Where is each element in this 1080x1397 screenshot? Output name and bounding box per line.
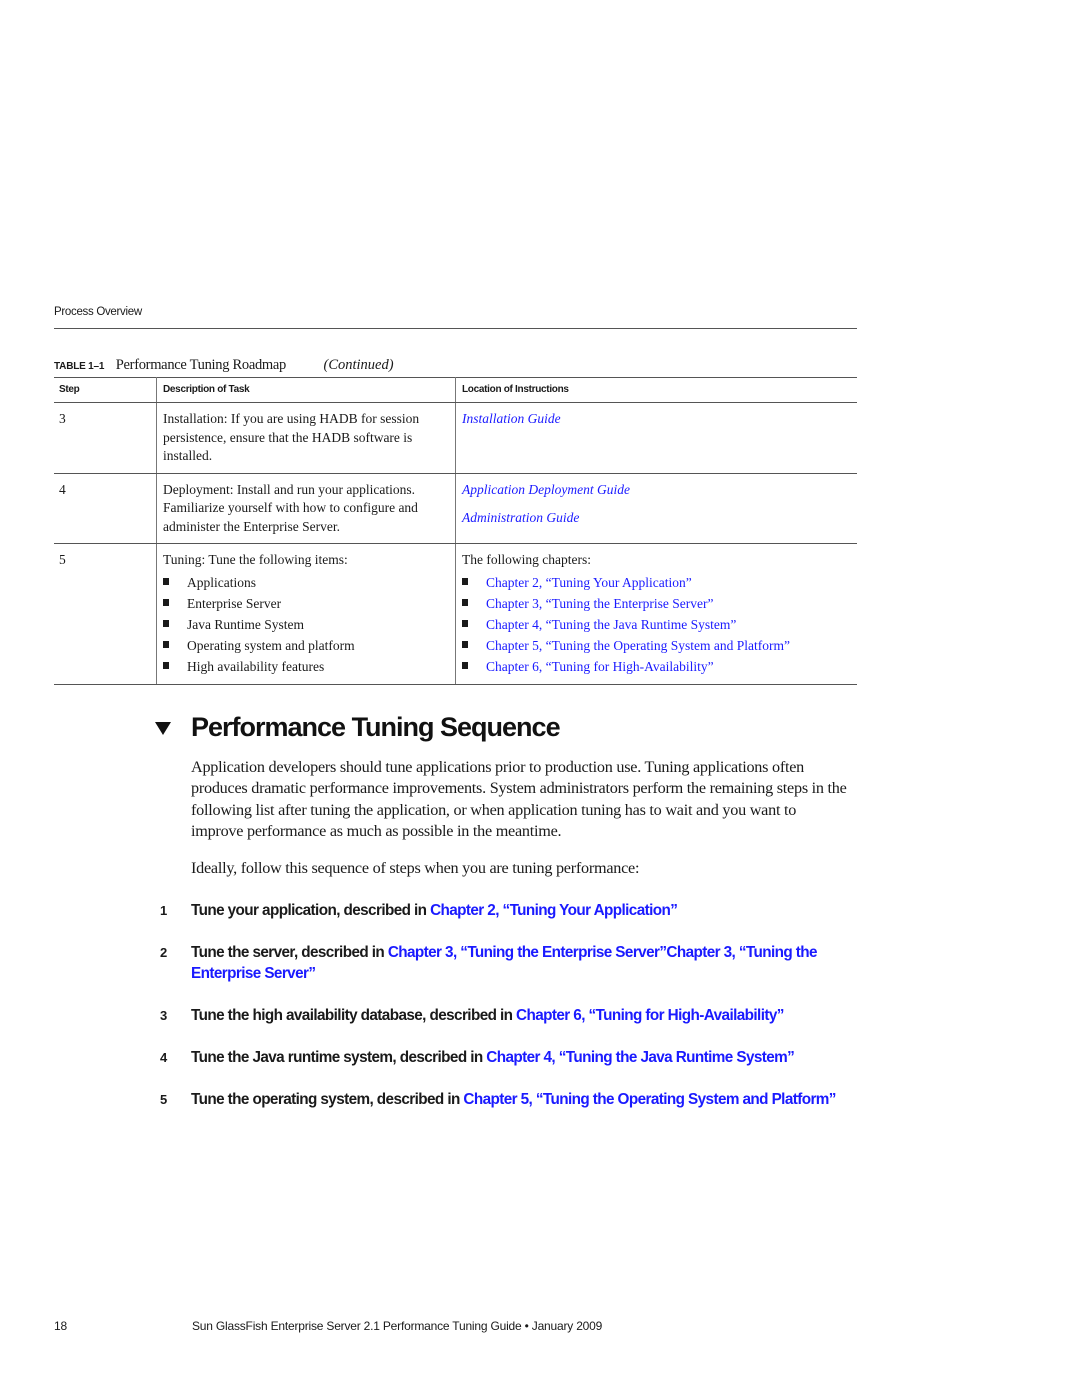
list-item: Chapter 2, “Tuning Your Application” bbox=[462, 572, 851, 593]
chapter-2-link[interactable]: Chapter 2, “Tuning Your Application” bbox=[486, 575, 692, 590]
square-bullet-icon bbox=[163, 598, 169, 606]
header-rule bbox=[54, 328, 857, 329]
step-item: 5 Tune the operating system, described i… bbox=[158, 1089, 863, 1110]
square-bullet-icon bbox=[462, 577, 468, 585]
step-number: 5 bbox=[160, 1092, 167, 1107]
table-row: 3 Installation: If you are using HADB fo… bbox=[54, 402, 857, 474]
step-text: Tune the server, described in bbox=[191, 944, 388, 961]
table-title: Performance Tuning Roadmap bbox=[115, 357, 287, 373]
chapter-3-link[interactable]: Chapter 3, “Tuning the Enterprise Server… bbox=[486, 596, 713, 611]
triangle-down-icon bbox=[155, 722, 171, 735]
step-item: 4 Tune the Java runtime system, describe… bbox=[158, 1047, 863, 1068]
step-cell: 4 bbox=[54, 473, 157, 544]
header-description: Description of Task bbox=[156, 377, 456, 403]
step-number: 1 bbox=[160, 903, 167, 918]
step-cell: 5 bbox=[54, 543, 157, 685]
list-item: Enterprise Server bbox=[163, 593, 449, 614]
list-item: Java Runtime System bbox=[163, 614, 449, 635]
step-text: Tune the high availability database, des… bbox=[191, 1007, 517, 1024]
sequence-intro-paragraph: Ideally, follow this sequence of steps w… bbox=[191, 859, 640, 877]
section-title: Performance Tuning Sequence bbox=[191, 712, 561, 742]
description-cell: Tuning: Tune the following items: Applic… bbox=[156, 543, 456, 685]
header-step: Step bbox=[54, 377, 157, 403]
step-text: Tune the operating system, described in bbox=[191, 1091, 464, 1108]
step-cell: 3 bbox=[54, 402, 157, 474]
square-bullet-icon bbox=[462, 661, 468, 669]
list-item: Operating system and platform bbox=[163, 635, 449, 656]
list-item: Chapter 5, “Tuning the Operating System … bbox=[462, 635, 851, 656]
chapter-6-link[interactable]: Chapter 6, “Tuning for High-Availability… bbox=[486, 659, 714, 674]
table-row: 5 Tuning: Tune the following items: Appl… bbox=[54, 543, 857, 685]
square-bullet-icon bbox=[163, 619, 169, 627]
square-bullet-icon bbox=[163, 577, 169, 585]
location-intro: The following chapters: bbox=[462, 552, 591, 567]
description-intro: Tuning: Tune the following items: bbox=[163, 552, 348, 567]
description-cell: Deployment: Install and run your applica… bbox=[156, 473, 456, 544]
application-deployment-guide-link[interactable]: Application Deployment Guide bbox=[462, 481, 851, 500]
roadmap-table: Step Description of Task Location of Ins… bbox=[54, 377, 857, 685]
chapter-4-link[interactable]: Chapter 4, “Tuning the Java Runtime Syst… bbox=[486, 617, 736, 632]
table-label: TABLE 1–1 bbox=[54, 361, 105, 372]
step-number: 2 bbox=[160, 945, 167, 960]
list-item: High availability features bbox=[163, 656, 449, 677]
square-bullet-icon bbox=[163, 640, 169, 648]
table-caption: TABLE 1–1 Performance Tuning Roadmap (Co… bbox=[54, 357, 857, 374]
running-head: Process Overview bbox=[54, 306, 142, 318]
tuning-items-list: Applications Enterprise Server Java Runt… bbox=[163, 572, 449, 677]
header-location: Location of Instructions bbox=[455, 377, 857, 403]
table-continued: (Continued) bbox=[323, 357, 394, 373]
step-chapter-link[interactable]: Chapter 2, “Tuning Your Application” bbox=[430, 902, 678, 919]
chapter-links-list: Chapter 2, “Tuning Your Application” Cha… bbox=[462, 572, 851, 677]
step-item: 3 Tune the high availability database, d… bbox=[158, 1005, 863, 1026]
section-heading: Performance Tuning Sequence bbox=[155, 712, 561, 743]
intro-paragraph: Application developers should tune appli… bbox=[191, 758, 847, 840]
installation-guide-link[interactable]: Installation Guide bbox=[462, 410, 851, 429]
location-cell: The following chapters: Chapter 2, “Tuni… bbox=[455, 543, 857, 685]
description-cell: Installation: If you are using HADB for … bbox=[156, 402, 456, 474]
chapter-5-link[interactable]: Chapter 5, “Tuning the Operating System … bbox=[486, 638, 790, 653]
square-bullet-icon bbox=[462, 598, 468, 606]
step-number: 3 bbox=[160, 1008, 167, 1023]
location-cell: Installation Guide bbox=[455, 402, 857, 474]
administration-guide-link[interactable]: Administration Guide bbox=[462, 509, 851, 528]
table-header-row: Step Description of Task Location of Ins… bbox=[54, 377, 857, 403]
step-item: 2 Tune the server, described in Chapter … bbox=[158, 942, 863, 984]
step-chapter-link[interactable]: Chapter 6, “Tuning for High-Availability… bbox=[516, 1007, 784, 1024]
list-item: Applications bbox=[163, 572, 449, 593]
footer-title: Sun GlassFish Enterprise Server 2.1 Perf… bbox=[192, 1319, 603, 1333]
page-number: 18 bbox=[54, 1319, 67, 1333]
list-item: Chapter 4, “Tuning the Java Runtime Syst… bbox=[462, 614, 851, 635]
list-item: Chapter 3, “Tuning the Enterprise Server… bbox=[462, 593, 851, 614]
step-number: 4 bbox=[160, 1050, 167, 1065]
step-item: 1 Tune your application, described in Ch… bbox=[158, 900, 863, 921]
step-chapter-link[interactable]: Chapter 5, “Tuning the Operating System … bbox=[463, 1091, 836, 1108]
square-bullet-icon bbox=[163, 661, 169, 669]
step-text: Tune your application, described in bbox=[191, 902, 431, 919]
square-bullet-icon bbox=[462, 619, 468, 627]
step-text: Tune the Java runtime system, described … bbox=[191, 1049, 487, 1066]
location-cell: Application Deployment Guide Administrat… bbox=[455, 473, 857, 544]
tuning-steps-list: 1 Tune your application, described in Ch… bbox=[158, 900, 863, 1131]
list-item: Chapter 6, “Tuning for High-Availability… bbox=[462, 656, 851, 677]
table-row: 4 Deployment: Install and run your appli… bbox=[54, 473, 857, 544]
step-chapter-link[interactable]: Chapter 4, “Tuning the Java Runtime Syst… bbox=[486, 1049, 795, 1066]
square-bullet-icon bbox=[462, 640, 468, 648]
